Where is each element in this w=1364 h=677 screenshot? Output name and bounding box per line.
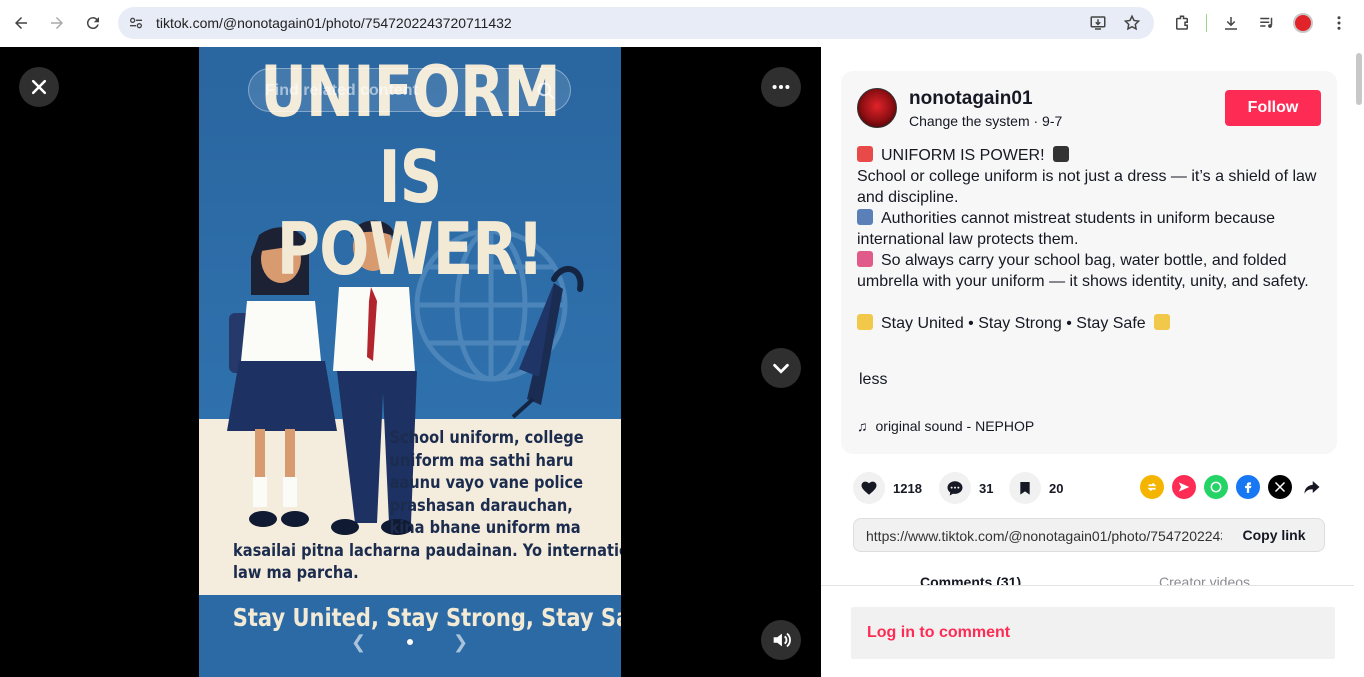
tab-creator-videos[interactable]: Creator videos bbox=[1159, 574, 1250, 585]
follow-button[interactable]: Follow bbox=[1225, 90, 1321, 126]
caption-line: UNIFORM IS POWER! bbox=[881, 147, 1045, 164]
poster-body-line: kina bhane uniform ma bbox=[389, 518, 581, 538]
poster-body-line: aaunu vayo vane police bbox=[389, 473, 584, 493]
photo-slide[interactable]: UNIFORM IS POWER! Find related content S… bbox=[199, 47, 621, 677]
police-officer-icon bbox=[857, 209, 873, 225]
carousel-dot-active[interactable] bbox=[407, 639, 413, 645]
address-bar[interactable]: tiktok.com/@nonotagain01/photo/754720224… bbox=[118, 7, 1154, 39]
save-button[interactable]: 20 bbox=[1009, 472, 1063, 504]
like-button[interactable]: 1218 bbox=[853, 472, 922, 504]
sound-name[interactable]: original sound - NEPHOP bbox=[876, 418, 1035, 434]
volume-icon[interactable] bbox=[761, 620, 801, 660]
sparkles-icon bbox=[1154, 314, 1171, 330]
username[interactable]: nonotagain01 bbox=[909, 88, 1033, 110]
bookmark-icon[interactable] bbox=[1009, 472, 1041, 504]
like-count: 1218 bbox=[893, 480, 922, 496]
login-to-comment-label[interactable]: Log in to comment bbox=[867, 624, 1010, 642]
post-caption: UNIFORM IS POWER! School or college unif… bbox=[857, 145, 1325, 334]
download-icon[interactable] bbox=[1217, 8, 1245, 38]
caption-line: Authorities cannot mistreat students in … bbox=[857, 210, 1275, 248]
engagement-bar: 1218 31 20 bbox=[853, 472, 1333, 504]
poster-tagline: Stay United, Stay Strong, Stay Safe! bbox=[232, 603, 621, 632]
music-note-icon: ♫ bbox=[857, 418, 868, 434]
caption-line: So always carry your school bag, water b… bbox=[857, 252, 1309, 290]
poster-body-text: School uniform, college uniform ma sathi… bbox=[233, 427, 621, 585]
copy-link-button[interactable]: Copy link bbox=[1224, 519, 1324, 551]
post-description-card: nonotagain01 Change the system · 9-7 Fol… bbox=[841, 71, 1337, 454]
caption-line: School or college uniform is not just a … bbox=[857, 168, 1317, 206]
comment-icon[interactable] bbox=[939, 472, 971, 504]
chevron-down-icon[interactable] bbox=[761, 348, 801, 388]
megaphone-icon bbox=[857, 146, 873, 162]
poster-body-line: prashasan darauchan, bbox=[389, 495, 573, 516]
chevron-left-icon[interactable]: ❮ bbox=[351, 632, 366, 653]
login-to-comment[interactable]: Log in to comment bbox=[851, 607, 1335, 659]
comment-count: 31 bbox=[979, 480, 994, 496]
profile-avatar-icon[interactable] bbox=[1289, 8, 1317, 38]
sparkles-icon bbox=[857, 314, 873, 330]
repost-icon[interactable] bbox=[1140, 475, 1164, 499]
less-button[interactable]: less bbox=[859, 371, 887, 389]
panel-tabs: Comments (31) Creator videos bbox=[821, 571, 1364, 586]
poster-body-line: kasailai pitna lacharna paudainan. Yo in… bbox=[233, 540, 621, 561]
graduation-cap-icon bbox=[1053, 146, 1070, 162]
poster-body-line: School uniform, college bbox=[389, 428, 584, 448]
comment-button[interactable]: 31 bbox=[939, 472, 993, 504]
related-content-search[interactable]: Find related content bbox=[248, 68, 571, 112]
extensions-icon[interactable] bbox=[1168, 8, 1196, 38]
panel-scrollbar[interactable] bbox=[1354, 47, 1364, 677]
author-subline: Change the system · 9-7 bbox=[909, 113, 1063, 129]
menu-kebab-icon[interactable] bbox=[1325, 8, 1353, 38]
chevron-right-icon[interactable]: ❯ bbox=[453, 632, 468, 653]
facebook-icon[interactable] bbox=[1236, 475, 1260, 499]
url-text[interactable]: tiktok.com/@nonotagain01/photo/754720224… bbox=[156, 15, 512, 31]
x-twitter-icon[interactable] bbox=[1268, 475, 1292, 499]
poster-headline-line2: IS POWER! bbox=[276, 135, 544, 291]
reload-icon[interactable] bbox=[78, 8, 108, 38]
toolbar-divider bbox=[1206, 14, 1207, 32]
caption-line: Stay United • Stay Strong • Stay Safe bbox=[881, 315, 1146, 332]
more-options-icon[interactable] bbox=[761, 67, 801, 107]
poster-body-line: uniform ma sathi haru bbox=[389, 450, 574, 471]
scrollbar-thumb[interactable] bbox=[1356, 53, 1362, 105]
heart-icon[interactable] bbox=[853, 472, 885, 504]
browser-toolbar: tiktok.com/@nonotagain01/photo/754720224… bbox=[0, 0, 1364, 47]
tab-comments[interactable]: Comments (31) bbox=[920, 574, 1021, 585]
site-info-icon[interactable] bbox=[126, 13, 146, 33]
share-link-url[interactable]: https://www.tiktok.com/@nonotagain01/pho… bbox=[866, 528, 1222, 544]
send-message-icon[interactable] bbox=[1172, 475, 1196, 499]
carousel-controls: ❮ ❯ bbox=[199, 632, 621, 652]
share-link-box: https://www.tiktok.com/@nonotagain01/pho… bbox=[853, 518, 1325, 552]
save-count: 20 bbox=[1049, 480, 1064, 496]
share-arrow-icon[interactable] bbox=[1300, 475, 1324, 499]
post-detail-panel: nonotagain01 Change the system · 9-7 Fol… bbox=[821, 47, 1364, 677]
avatar[interactable] bbox=[857, 88, 897, 128]
back-arrow-icon[interactable] bbox=[6, 8, 36, 38]
poster-body-line: law ma parcha. bbox=[233, 563, 359, 583]
whatsapp-icon[interactable] bbox=[1204, 475, 1228, 499]
media-control-icon[interactable] bbox=[1253, 8, 1281, 38]
photo-viewer: UNIFORM IS POWER! Find related content S… bbox=[0, 47, 821, 677]
forward-arrow-icon[interactable] bbox=[42, 8, 72, 38]
close-icon[interactable] bbox=[19, 67, 59, 107]
install-app-icon[interactable] bbox=[1088, 13, 1108, 33]
search-placeholder: Find related content bbox=[265, 82, 418, 99]
sound-link[interactable]: ♫ original sound - NEPHOP bbox=[857, 418, 1034, 434]
bookmark-star-icon[interactable] bbox=[1122, 13, 1142, 33]
search-icon[interactable] bbox=[536, 81, 556, 101]
backpack-icon bbox=[857, 251, 873, 267]
